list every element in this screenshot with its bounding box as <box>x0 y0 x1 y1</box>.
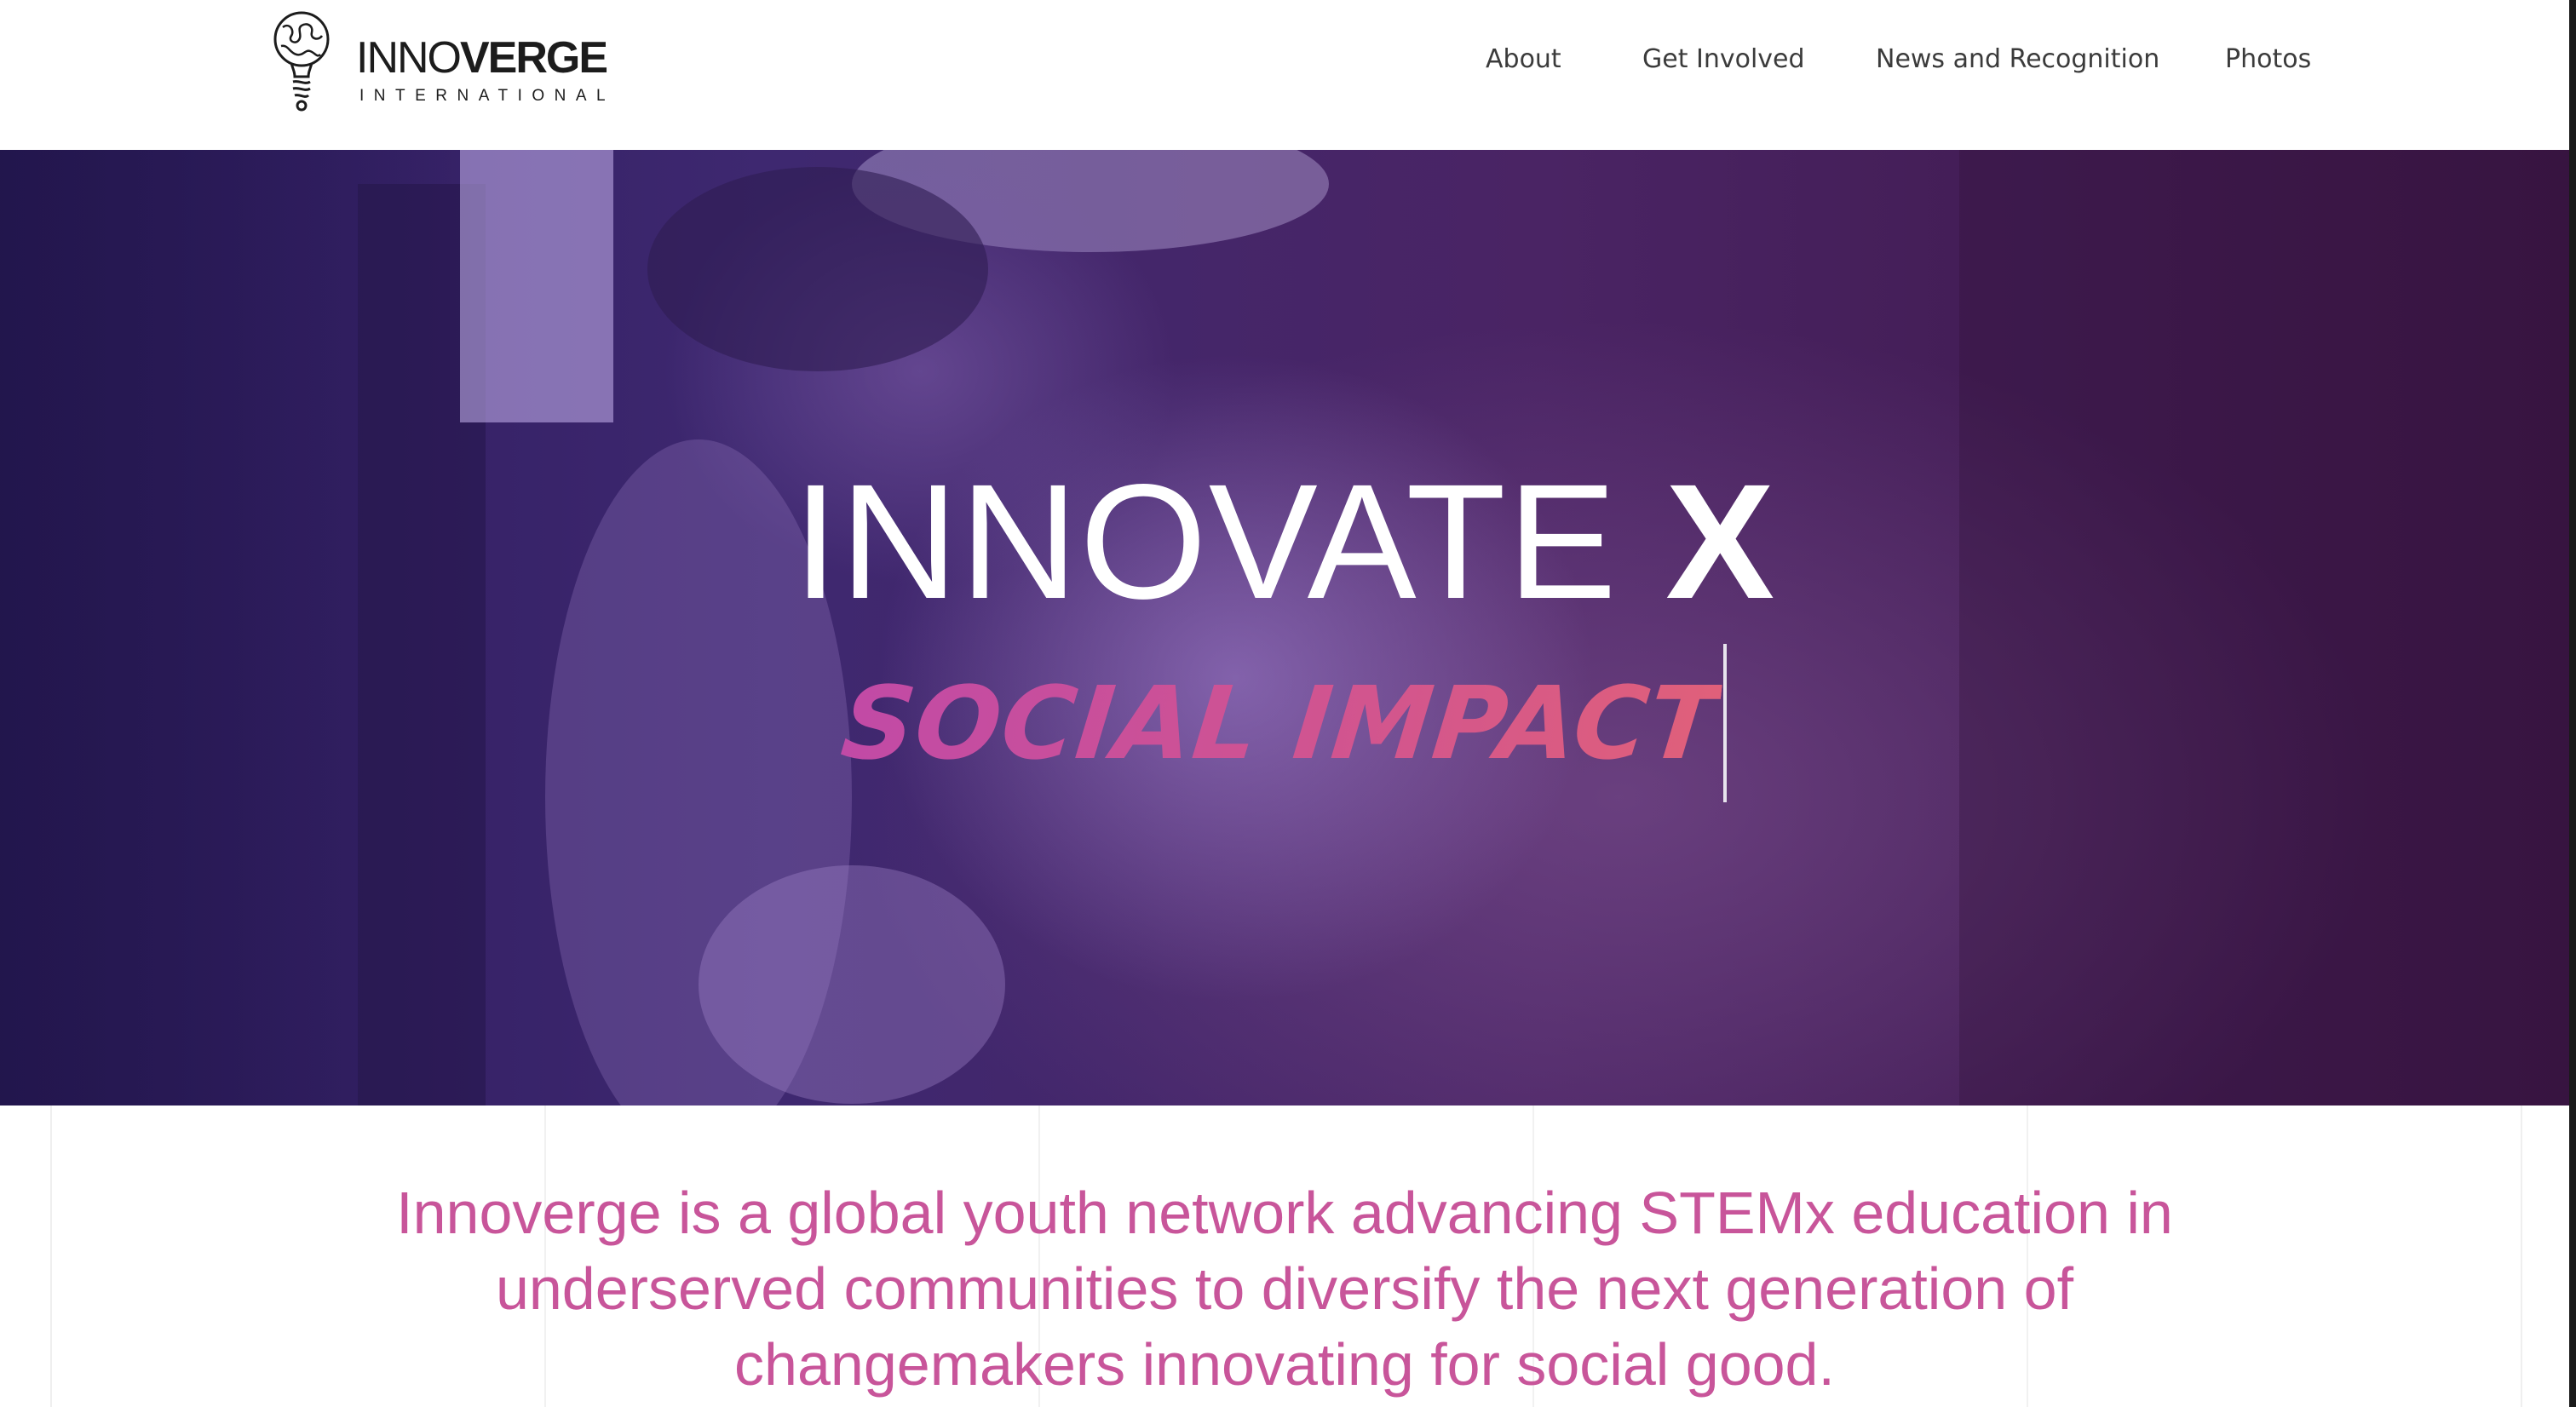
hero-title: INNOVATE X <box>0 452 2569 631</box>
mission-statement: Innoverge is a global youth network adva… <box>396 1180 2173 1398</box>
window-edge <box>2569 0 2576 1407</box>
hero-subtitle-row: SOCIAL IMPACT <box>0 644 2569 814</box>
hero-banner: INNOVATE X SOCIAL IMPACT <box>0 150 2569 1106</box>
brand-word-bold: VERGE <box>460 33 608 83</box>
hero-subtitle: SOCIAL IMPACT <box>836 659 1725 787</box>
hero-title-x: X <box>1665 450 1777 633</box>
globe-lightbulb-icon <box>273 11 330 112</box>
site-header: INNOVERGE INTERNATIONAL About Get Involv… <box>0 0 2576 150</box>
brand-word-light: INNO <box>356 33 462 83</box>
brand-tagline: INTERNATIONAL <box>359 87 616 105</box>
nav-news-and-recognition[interactable]: News and Recognition <box>1876 43 2159 77</box>
nav-photos[interactable]: Photos <box>2225 43 2311 77</box>
nav-get-involved[interactable]: Get Involved <box>1642 43 1805 77</box>
logo[interactable]: INNOVERGE INTERNATIONAL <box>271 9 612 112</box>
nav-about[interactable]: About <box>1486 43 1561 77</box>
brand-wordmark: INNOVERGE <box>356 33 608 83</box>
mission-section: Innoverge is a global youth network adva… <box>0 1106 2569 1407</box>
hero-title-main: INNOVATE <box>792 450 1619 633</box>
